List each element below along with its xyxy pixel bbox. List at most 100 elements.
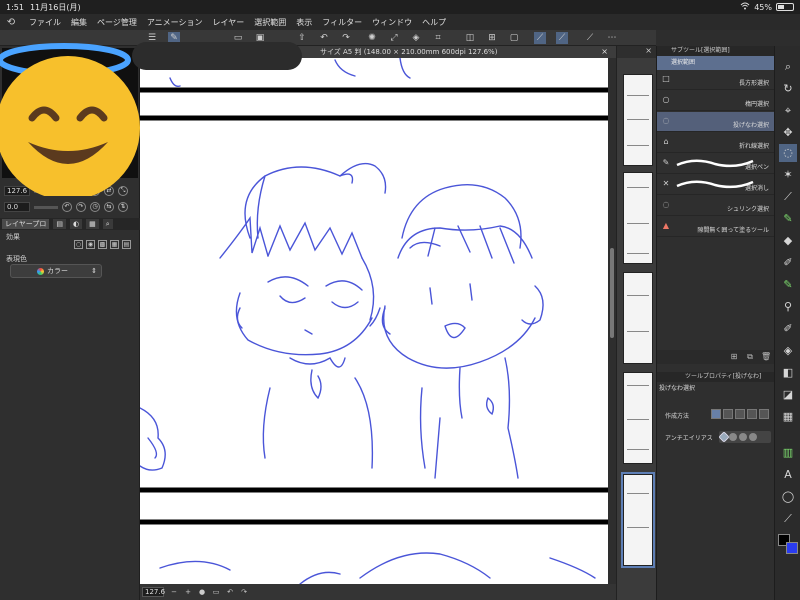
subtool-item-select-pen[interactable]: ✎ 選択ペン — [657, 154, 775, 174]
effect-layer-color-icon[interactable]: ▦ — [110, 240, 119, 249]
rotate-slider[interactable] — [34, 205, 58, 209]
rotate-reset-icon[interactable]: ◷ — [90, 202, 100, 212]
redo-icon[interactable]: ↷ — [340, 32, 352, 44]
menu-view[interactable]: 表示 — [296, 17, 312, 28]
antialias-strong-icon[interactable] — [749, 433, 757, 441]
rotate-tool-icon[interactable]: ↻ — [779, 80, 797, 98]
tab-material[interactable]: ▦ — [86, 219, 99, 229]
add-selection-icon[interactable] — [723, 409, 733, 419]
app-logo-icon[interactable]: ⟲ — [4, 17, 18, 28]
loading-icon[interactable]: ✺ — [366, 32, 378, 44]
effect-tone-icon[interactable]: ◉ — [86, 240, 95, 249]
subtool-group[interactable]: 選択範囲 — [657, 56, 775, 70]
eraser-tool-icon[interactable]: ◆ — [779, 232, 797, 250]
expression-color-select[interactable]: カラー ⇕ — [10, 264, 102, 278]
menu-selection[interactable]: 選択範囲 — [254, 17, 286, 28]
fill-bucket-icon[interactable]: ◈ — [410, 32, 422, 44]
operation-tool-icon[interactable]: ⌖ — [779, 102, 797, 120]
move-layer-icon[interactable]: ✥ — [779, 124, 797, 142]
tab-layer[interactable]: ▤ — [53, 219, 66, 229]
subtool-item-polyline[interactable]: ⌂ 折れ線選択 — [657, 133, 775, 153]
rotate-field[interactable]: 0.0 — [4, 202, 30, 212]
intersect-selection-icon[interactable] — [747, 409, 757, 419]
zoom-out-small-icon[interactable]: − — [170, 588, 178, 596]
zoom-tool-icon[interactable]: ⌕ — [779, 58, 797, 76]
subtool-item-select-eraser[interactable]: ✕ 選択消し — [657, 175, 775, 195]
page-thumbnail[interactable] — [623, 372, 653, 464]
tab-search[interactable]: ⌕ — [102, 219, 113, 229]
antialias-weak-icon[interactable] — [729, 433, 737, 441]
rotate-small-icon[interactable]: ↶ — [226, 588, 234, 596]
effect-mask-icon[interactable]: ▤ — [122, 240, 131, 249]
rotate-left-icon[interactable]: ↶ — [62, 202, 72, 212]
canvas-vertical-scrollbar[interactable] — [608, 58, 616, 584]
menu-layer[interactable]: レイヤー — [213, 17, 245, 28]
subtool-item-shrink[interactable]: ◌ シュリンク選択 — [657, 196, 775, 216]
fill-tool-icon[interactable]: ◈ — [779, 342, 797, 360]
eyedropper-icon[interactable]: ⟋ — [779, 188, 797, 206]
scroll-thumb[interactable] — [610, 248, 614, 338]
delete-subtool-icon[interactable]: 🗑 — [761, 352, 771, 362]
blend-tool-icon[interactable]: ✐ — [779, 320, 797, 338]
antialias-none-icon[interactable] — [718, 431, 730, 443]
select-clear-icon[interactable]: ◫ — [464, 32, 476, 44]
subtract-selection-icon[interactable] — [735, 409, 745, 419]
figure-tool-icon[interactable]: ◪ — [779, 386, 797, 404]
transform-icon[interactable]: ⤢ — [388, 32, 400, 44]
pen-tool-icon[interactable]: ✎ — [779, 210, 797, 228]
zoom-in-small-icon[interactable]: + — [184, 588, 192, 596]
menu-edit[interactable]: 編集 — [71, 17, 87, 28]
rotate-right-small-icon[interactable]: ↷ — [240, 588, 248, 596]
mirror-v-icon[interactable]: ⇅ — [118, 202, 128, 212]
lasso-tool-icon[interactable]: ◌ — [779, 144, 797, 162]
canvas-paper[interactable] — [140, 58, 608, 584]
gradient-icon[interactable]: ◧ — [779, 364, 797, 382]
undo-icon[interactable]: ↶ — [318, 32, 330, 44]
subtool-item-lasso[interactable]: ◌ 投げなわ選択 — [657, 112, 775, 132]
ruler-icon[interactable]: ⟋ — [534, 32, 546, 44]
balloon-tool-icon[interactable]: ◯ — [779, 488, 797, 506]
more-icon[interactable]: ⋯ — [606, 32, 618, 44]
correct-line-icon[interactable]: ⟋ — [779, 510, 797, 528]
tab-layer-property[interactable]: レイヤープロ — [2, 219, 50, 229]
fit-small-icon[interactable]: ▭ — [212, 588, 220, 596]
menu-window[interactable]: ウィンドウ — [372, 17, 412, 28]
crop-icon[interactable]: ⌗ — [432, 32, 444, 44]
rotate-right-icon[interactable]: ↷ — [76, 202, 86, 212]
airbrush-icon[interactable]: ⚲ — [779, 298, 797, 316]
duplicate-subtool-icon[interactable]: ⧉ — [745, 352, 755, 362]
menu-help[interactable]: ヘルプ — [422, 17, 446, 28]
effect-border-icon[interactable]: ○ — [74, 240, 83, 249]
menu-filter[interactable]: フィルター — [322, 17, 362, 28]
magic-wand-icon[interactable]: ✶ — [779, 166, 797, 184]
pencil-tool-icon[interactable]: ✐ — [779, 254, 797, 272]
close-document-icon[interactable]: × — [601, 46, 608, 58]
page-thumbnail-selected[interactable] — [621, 472, 655, 568]
page-thumbnail[interactable] — [623, 74, 653, 166]
antialias-medium-icon[interactable] — [739, 433, 747, 441]
page-thumbnail[interactable] — [623, 172, 653, 264]
select-all-icon[interactable]: ⊞ — [486, 32, 498, 44]
mirror-h-icon[interactable]: ⇆ — [104, 202, 114, 212]
invert-select-icon[interactable]: ▢ — [508, 32, 520, 44]
text-tool-icon[interactable]: A — [779, 466, 797, 484]
background-color-swatch[interactable] — [786, 542, 798, 554]
select-in-selection-icon[interactable] — [759, 409, 769, 419]
menu-animation[interactable]: アニメーション — [147, 17, 203, 28]
pen-pressure-icon[interactable]: ⟋ — [556, 32, 568, 44]
brush-tool-icon[interactable]: ✎ — [779, 276, 797, 294]
page-thumbnail[interactable] — [623, 272, 653, 364]
hand-icon[interactable]: ● — [198, 588, 206, 596]
menu-file[interactable]: ファイル — [29, 17, 61, 28]
effect-pattern-icon[interactable]: ▩ — [98, 240, 107, 249]
canvas-zoom-field[interactable]: 127.6 — [142, 587, 165, 597]
tab-color[interactable]: ◐ — [70, 219, 83, 229]
antialias-selector[interactable] — [718, 431, 771, 443]
brush-icon[interactable]: ⟋ — [584, 32, 596, 44]
menu-page[interactable]: ページ管理 — [97, 17, 137, 28]
subtool-item-ellipse[interactable]: ○ 楕円選択 — [657, 91, 775, 111]
subtool-item-rect[interactable]: □ 長方形選択 — [657, 70, 775, 90]
ruler-tool-icon[interactable]: ▥ — [779, 444, 797, 462]
canvas-area[interactable]: サイズ A5 判 (148.00 × 210.00mm 600dpi 127.6… — [140, 46, 616, 584]
upload-icon[interactable]: ⇧ — [296, 32, 308, 44]
